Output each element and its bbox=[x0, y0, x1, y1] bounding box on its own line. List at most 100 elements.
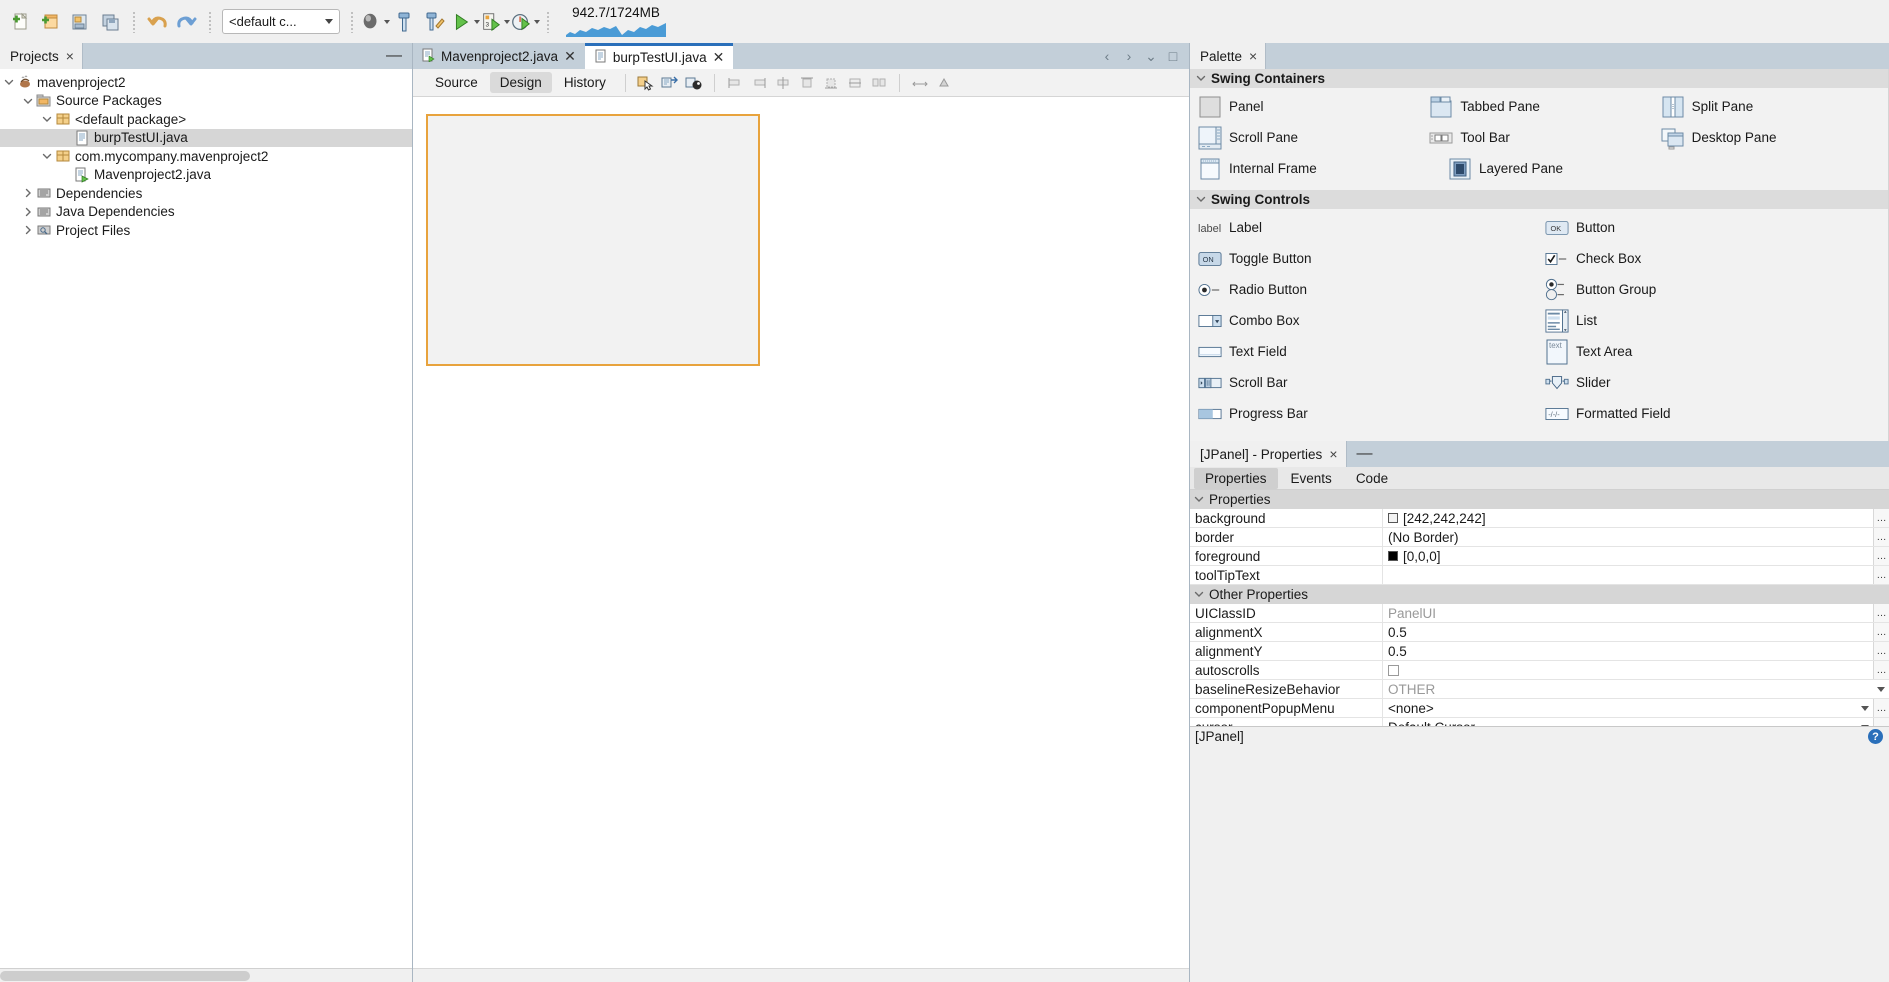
tree-node-mavenproject2[interactable]: mavenproject2 bbox=[0, 73, 412, 92]
document-list-button[interactable]: ⌄ bbox=[1141, 46, 1161, 66]
property-value-alignmentX[interactable]: 0.5 bbox=[1383, 623, 1873, 641]
palette-item-button-group[interactable]: Button Group bbox=[1541, 274, 1888, 305]
palette-item-panel[interactable]: Panel bbox=[1194, 91, 1425, 122]
palette-item-radio-button[interactable]: Radio Button bbox=[1194, 274, 1541, 305]
property-group-properties[interactable]: Properties bbox=[1190, 490, 1889, 509]
selection-mode-icon[interactable] bbox=[635, 72, 657, 94]
palette-item-desktop-pane[interactable]: Desktop Pane bbox=[1657, 122, 1888, 153]
palette-item-layered-pane[interactable]: Layered Pane bbox=[1444, 153, 1694, 184]
tree-node-com-mycompany-mavenproject2[interactable]: com.mycompany.mavenproject2 bbox=[0, 147, 412, 166]
align-right-icon[interactable] bbox=[748, 72, 770, 94]
tree-node-java-dependencies[interactable]: Java Dependencies bbox=[0, 203, 412, 222]
palette-item-list[interactable]: List bbox=[1541, 305, 1888, 336]
center-vertically-icon[interactable] bbox=[844, 72, 866, 94]
tab-events[interactable]: Events bbox=[1280, 468, 1343, 489]
close-icon[interactable]: × bbox=[1249, 49, 1257, 63]
palette-item-split-pane[interactable]: Split Pane bbox=[1657, 91, 1888, 122]
tree-node-default-package[interactable]: <default package> bbox=[0, 110, 412, 129]
tab-properties[interactable]: Properties bbox=[1194, 468, 1278, 489]
property-group-other-properties[interactable]: Other Properties bbox=[1190, 585, 1889, 604]
minimize-button[interactable]: — bbox=[376, 43, 412, 69]
property-editor-button-alignmentY[interactable]: … bbox=[1873, 642, 1889, 660]
close-icon[interactable]: ✕ bbox=[713, 49, 725, 66]
palette-body[interactable]: Swing Containers PanelTabbed PaneSplit Pa… bbox=[1190, 69, 1889, 441]
editor-tab-burptestui[interactable]: burpTestUI.java ✕ bbox=[585, 43, 734, 69]
build-project-button[interactable] bbox=[360, 7, 390, 37]
save-all-button[interactable] bbox=[96, 7, 126, 37]
palette-item-scroll-bar[interactable]: Scroll Bar bbox=[1194, 367, 1541, 398]
chevron-down-icon[interactable] bbox=[1861, 706, 1869, 711]
design-canvas[interactable] bbox=[413, 97, 1189, 968]
close-icon[interactable]: × bbox=[1329, 447, 1337, 461]
palette-item-combo-box[interactable]: Combo Box bbox=[1194, 305, 1541, 336]
align-bottom-icon[interactable] bbox=[820, 72, 842, 94]
new-file-button[interactable] bbox=[6, 7, 36, 37]
chevron-down-icon[interactable] bbox=[1877, 687, 1885, 692]
tab-code[interactable]: Code bbox=[1345, 468, 1399, 489]
palette-section-header-swing-controls[interactable]: Swing Controls bbox=[1190, 190, 1888, 209]
run-project-button[interactable] bbox=[450, 7, 480, 37]
tree-twisty-open[interactable] bbox=[40, 114, 54, 124]
property-value-cursor[interactable]: Default Cursor bbox=[1383, 718, 1873, 726]
property-editor-button-cursor[interactable]: … bbox=[1873, 718, 1889, 726]
property-value-componentPopupMenu[interactable]: <none> bbox=[1383, 699, 1873, 717]
project-tree[interactable]: mavenproject2Source Packages<default pac… bbox=[0, 69, 412, 968]
property-value-alignmentY[interactable]: 0.5 bbox=[1383, 642, 1873, 660]
help-icon[interactable]: ? bbox=[1868, 729, 1883, 744]
palette-item-tool-bar[interactable]: Tool Bar bbox=[1425, 122, 1656, 153]
palette-item-check-box[interactable]: Check Box bbox=[1541, 243, 1888, 274]
preview-design-icon[interactable] bbox=[683, 72, 705, 94]
new-project-button[interactable] bbox=[36, 7, 66, 37]
property-value-autoscrolls[interactable] bbox=[1383, 661, 1873, 679]
property-value-toolTipText[interactable] bbox=[1383, 566, 1873, 584]
scroll-tabs-right-button[interactable]: › bbox=[1119, 46, 1139, 66]
property-editor-button-UIClassID[interactable]: … bbox=[1873, 604, 1889, 622]
tab-source[interactable]: Source bbox=[425, 72, 488, 93]
property-value-UIClassID[interactable]: PanelUI bbox=[1383, 604, 1873, 622]
palette-item-formatted-field[interactable]: -/-/-Formatted Field bbox=[1541, 398, 1888, 429]
align-top-icon[interactable] bbox=[796, 72, 818, 94]
tree-twisty-open[interactable] bbox=[40, 151, 54, 161]
auto-resizing-icon[interactable] bbox=[909, 72, 931, 94]
property-editor-button-foreground[interactable]: … bbox=[1873, 547, 1889, 565]
property-value-background[interactable]: [242,242,242] bbox=[1383, 509, 1873, 527]
close-icon[interactable]: ✕ bbox=[564, 48, 576, 65]
palette-item-internal-frame[interactable]: Internal Frame bbox=[1194, 153, 1444, 184]
tree-node-mavenproject2-java[interactable]: Mavenproject2.java bbox=[0, 166, 412, 185]
open-project-button[interactable] bbox=[66, 7, 96, 37]
tree-node-burptestui-java[interactable]: burpTestUI.java bbox=[0, 129, 412, 148]
palette-item-tabbed-pane[interactable]: Tabbed Pane bbox=[1425, 91, 1656, 122]
checkbox-autoscrolls[interactable] bbox=[1388, 665, 1399, 676]
palette-item-text-area[interactable]: textText Area bbox=[1541, 336, 1888, 367]
profile-project-button[interactable] bbox=[510, 7, 540, 37]
property-value-baselineResizeBehavior[interactable]: OTHER bbox=[1383, 680, 1889, 698]
center-horizontally-icon[interactable] bbox=[772, 72, 794, 94]
palette-item-progress-bar[interactable]: Progress Bar bbox=[1194, 398, 1541, 429]
properties-table[interactable]: Propertiesbackground[242,242,242]…border… bbox=[1190, 490, 1889, 726]
minimize-button[interactable]: — bbox=[1347, 441, 1383, 467]
debug-project-button[interactable]: 3 bbox=[480, 7, 510, 37]
palette-item-slider[interactable]: Slider bbox=[1541, 367, 1888, 398]
close-icon[interactable]: × bbox=[66, 49, 74, 63]
property-editor-button-autoscrolls[interactable]: … bbox=[1873, 661, 1889, 679]
palette-section-header-swing-containers[interactable]: Swing Containers bbox=[1190, 69, 1888, 88]
editor-tab-mavenproject2[interactable]: Mavenproject2.java ✕ bbox=[413, 43, 585, 69]
palette-item-button[interactable]: OKButton bbox=[1541, 212, 1888, 243]
scroll-tabs-left-button[interactable]: ‹ bbox=[1097, 46, 1117, 66]
tab-projects[interactable]: Projects × bbox=[0, 43, 83, 69]
tab-properties-window[interactable]: [JPanel] - Properties × bbox=[1190, 441, 1347, 467]
tab-history[interactable]: History bbox=[554, 72, 616, 93]
design-form-jpanel[interactable] bbox=[426, 114, 760, 366]
tree-twisty-closed[interactable] bbox=[21, 207, 35, 217]
undo-button[interactable] bbox=[142, 7, 172, 37]
maximize-window-button[interactable]: □ bbox=[1163, 46, 1183, 66]
project-configuration-combo[interactable]: <default c... bbox=[222, 9, 340, 34]
property-editor-button-background[interactable]: … bbox=[1873, 509, 1889, 527]
palette-item-toggle-button[interactable]: ONToggle Button bbox=[1194, 243, 1541, 274]
property-editor-button-componentPopupMenu[interactable]: … bbox=[1873, 699, 1889, 717]
projects-horizontal-scrollbar[interactable] bbox=[0, 968, 412, 982]
clean-and-build-button[interactable] bbox=[420, 7, 450, 37]
tree-node-dependencies[interactable]: Dependencies bbox=[0, 184, 412, 203]
tree-node-source-packages[interactable]: Source Packages bbox=[0, 92, 412, 111]
scrollbar-thumb[interactable] bbox=[0, 971, 250, 981]
